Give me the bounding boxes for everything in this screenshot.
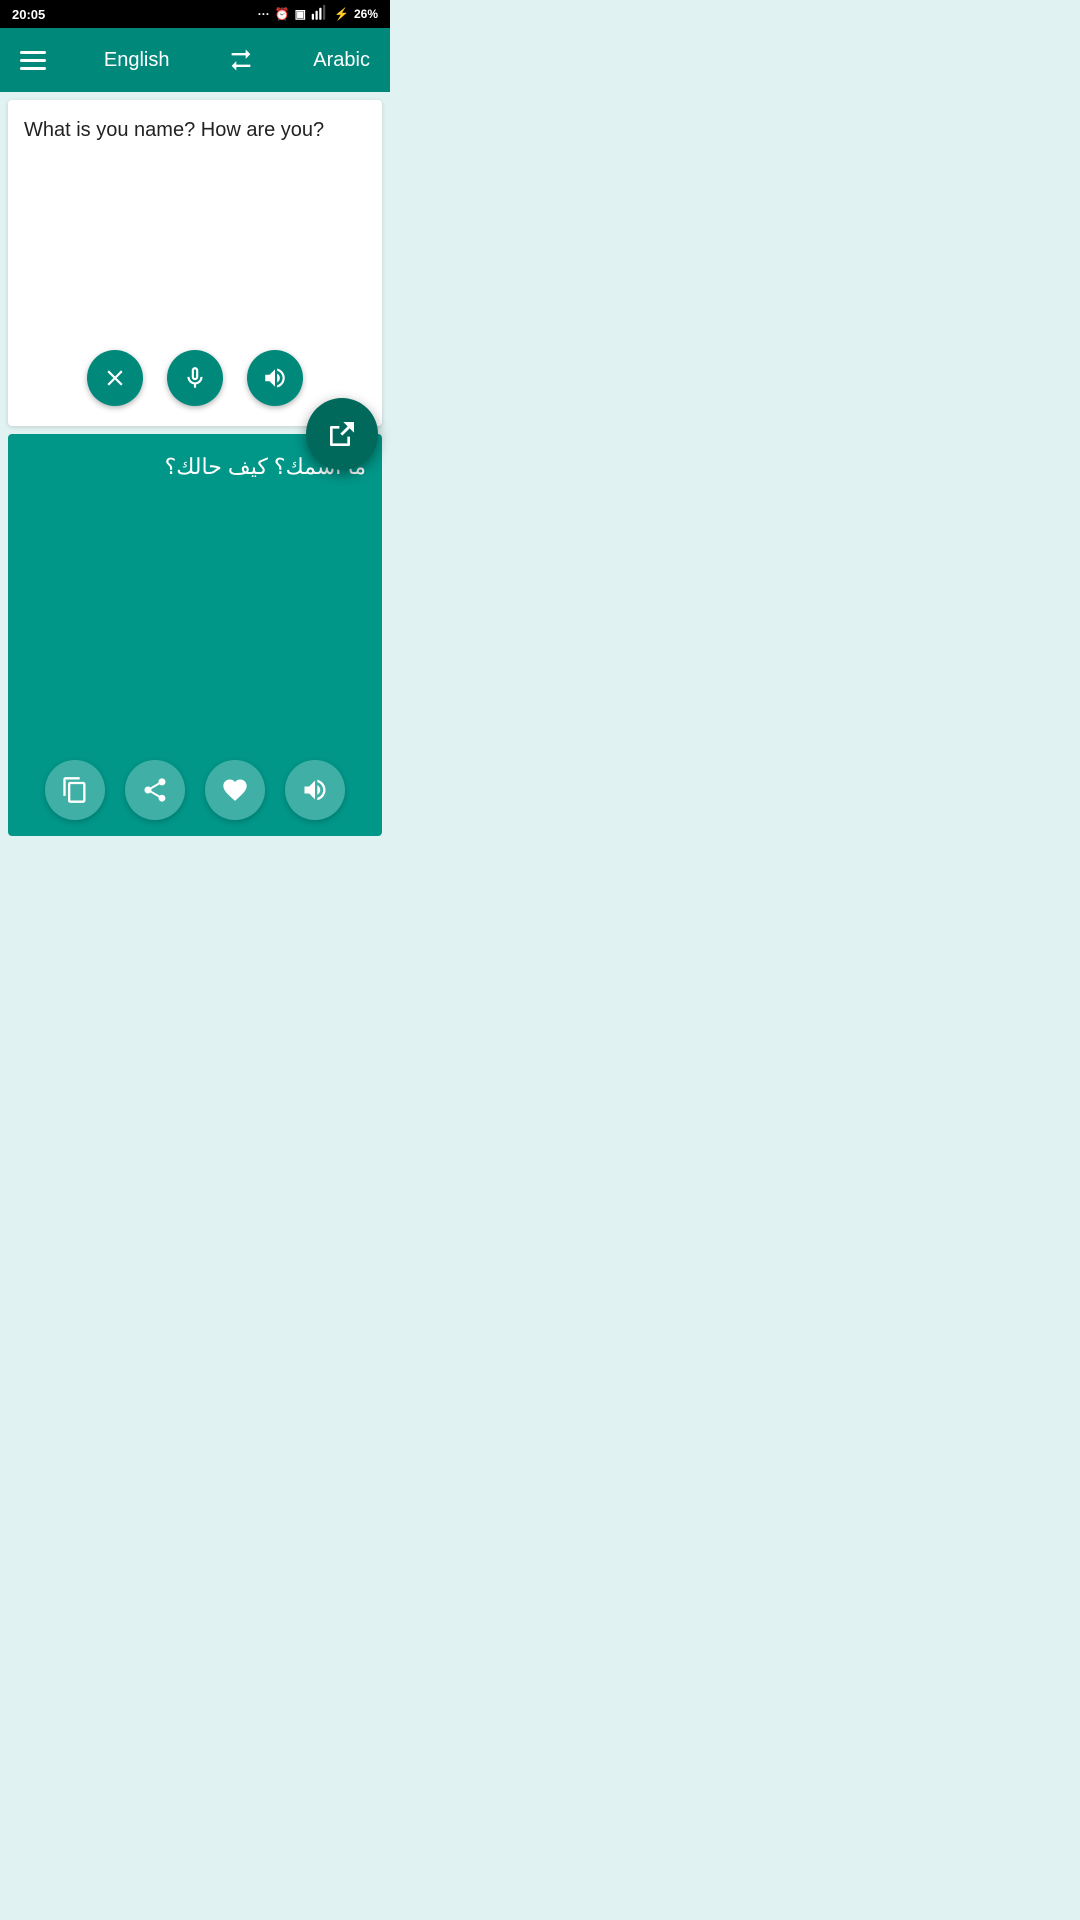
source-language-button[interactable]: English: [104, 49, 170, 72]
menu-line-1: [20, 51, 46, 54]
output-section: ما اسمك؟ كيف حالك؟: [8, 434, 382, 836]
status-signal-icon: [311, 4, 329, 25]
favorite-button[interactable]: [205, 760, 265, 820]
status-icons: ··· ⏰ ▣ ⚡ 26%: [258, 4, 378, 25]
menu-line-3: [20, 67, 46, 70]
translated-text: ما اسمك؟ كيف حالك؟: [24, 450, 366, 750]
clear-button[interactable]: [87, 350, 143, 406]
swap-languages-button[interactable]: [227, 46, 255, 74]
status-bar: 20:05 ··· ⏰ ▣ ⚡ 26%: [0, 0, 390, 28]
input-wrapper: What is you name? How are you?: [0, 92, 390, 434]
copy-button[interactable]: [45, 760, 105, 820]
menu-line-2: [20, 59, 46, 62]
source-text-input[interactable]: What is you name? How are you?: [24, 116, 366, 340]
input-section: What is you name? How are you?: [8, 100, 382, 426]
main-content: What is you name? How are you?: [0, 92, 390, 844]
microphone-button[interactable]: [167, 350, 223, 406]
status-battery-icon: ⚡: [334, 7, 349, 21]
input-controls: [24, 340, 366, 410]
status-time: 20:05: [12, 7, 45, 22]
status-battery-percent: 26%: [354, 7, 378, 21]
translate-button[interactable]: [306, 398, 378, 470]
target-language-button[interactable]: Arabic: [313, 49, 370, 72]
status-dots: ···: [258, 7, 270, 21]
output-controls: [24, 750, 366, 820]
toolbar: English Arabic: [0, 28, 390, 92]
menu-button[interactable]: [20, 51, 46, 70]
speak-output-button[interactable]: [285, 760, 345, 820]
speak-input-button[interactable]: [247, 350, 303, 406]
status-sim-icon: ▣: [295, 7, 306, 21]
share-button[interactable]: [125, 760, 185, 820]
status-alarm-icon: ⏰: [275, 7, 290, 21]
